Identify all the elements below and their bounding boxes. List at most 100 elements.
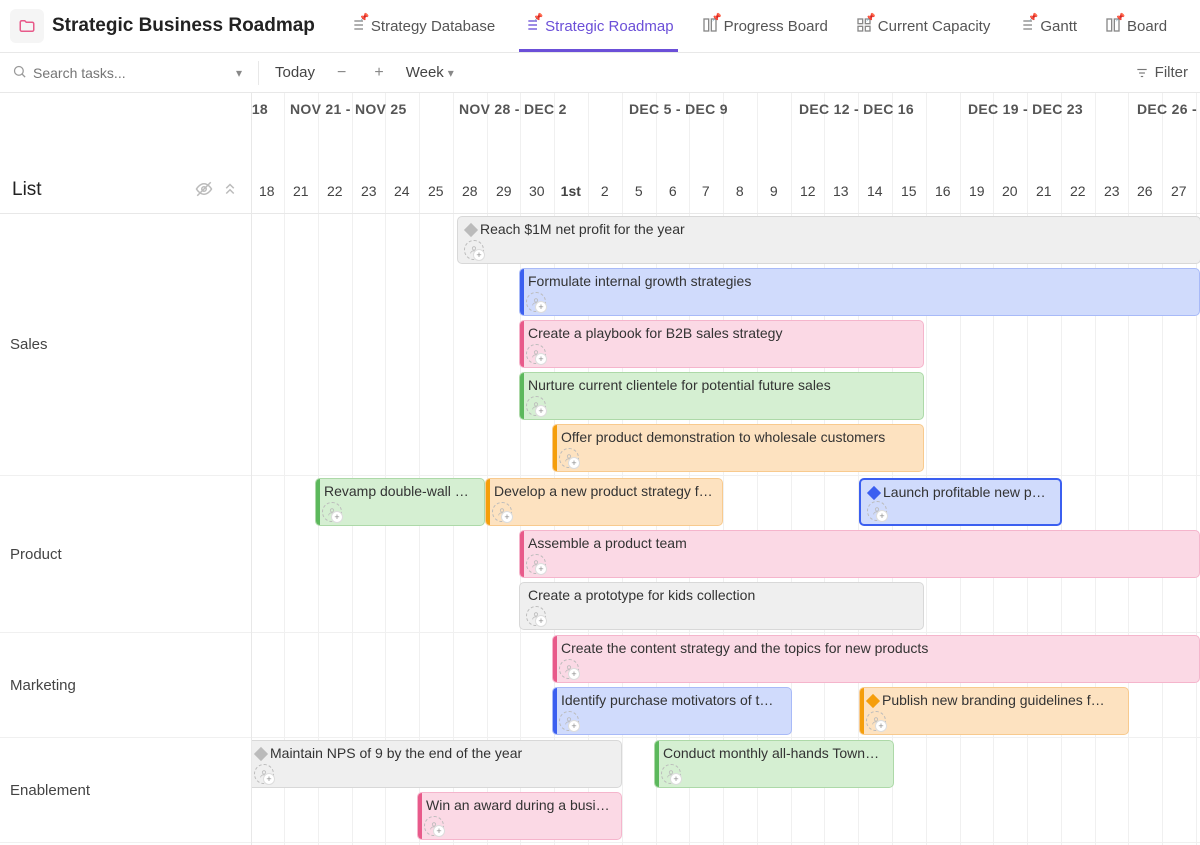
task-bar[interactable]: Create a playbook for B2B sales strategy <box>519 320 924 368</box>
assignee-icon[interactable] <box>526 292 546 312</box>
assignee-icon[interactable] <box>559 659 579 679</box>
week-label: DEC 12 - DEC 16 <box>799 101 914 117</box>
tab-label: Strategic Roadmap <box>545 18 673 35</box>
assignee-icon[interactable] <box>559 711 579 731</box>
day-label: 16 <box>926 183 960 199</box>
day-label: 19 <box>960 183 994 199</box>
assignee-icon[interactable] <box>492 502 512 522</box>
week-selector[interactable]: Week ▾ <box>406 64 454 81</box>
collapse-icon[interactable] <box>221 180 239 201</box>
task-bar[interactable]: Maintain NPS of 9 by the end of the year <box>252 740 622 788</box>
task-label: Formulate internal growth strategies <box>528 273 751 289</box>
task-label: Revamp double-wall gl… <box>324 483 480 499</box>
day-label: 20 <box>993 183 1027 199</box>
plus-button[interactable]: + <box>368 62 389 84</box>
date-header: V 18NOV 21 - NOV 25NOV 28 - DEC 2DEC 5 -… <box>252 93 1200 214</box>
pin-icon: 📌 <box>359 13 369 22</box>
day-label: 18 <box>252 183 284 199</box>
task-bar[interactable]: Conduct monthly all-hands Town… <box>654 740 894 788</box>
list-header: List <box>0 93 251 214</box>
sidebar: List Sales Product Marketing Enablement <box>0 93 252 845</box>
folder-icon[interactable] <box>10 9 44 43</box>
group-sales[interactable]: Sales <box>0 214 251 476</box>
task-bar[interactable]: Publish new branding guidelines f… <box>859 687 1129 735</box>
task-label: Assemble a product team <box>528 535 687 551</box>
assignee-icon[interactable] <box>866 711 886 731</box>
tab-current-capacity[interactable]: 📌Current Capacity <box>842 0 1005 52</box>
assignee-icon[interactable] <box>559 448 579 468</box>
pin-icon: 📌 <box>1028 13 1038 22</box>
filter-icon <box>1135 66 1149 80</box>
day-label: 29 <box>487 183 521 199</box>
search-icon <box>12 64 27 82</box>
task-label: Conduct monthly all-hands Town… <box>663 745 879 761</box>
task-label: Publish new branding guidelines f… <box>882 692 1105 708</box>
group-enablement[interactable]: Enablement <box>0 738 251 843</box>
assignee-icon[interactable] <box>661 764 681 784</box>
tabs: 📌Strategy Database📌Strategic Roadmap📌Pro… <box>335 0 1181 52</box>
tab-board[interactable]: 📌Board <box>1091 0 1181 52</box>
task-bar[interactable]: Offer product demonstration to wholesale… <box>552 424 924 472</box>
assignee-icon[interactable] <box>254 764 274 784</box>
task-bar[interactable]: Win an award during a busi… <box>417 792 622 840</box>
day-label: 21 <box>284 183 318 199</box>
group-product[interactable]: Product <box>0 476 251 633</box>
task-bar[interactable]: Nurture current clientele for potential … <box>519 372 924 420</box>
week-label: DEC 5 - DEC 9 <box>629 101 728 117</box>
task-bar[interactable]: Identify purchase motivators of t… <box>552 687 792 735</box>
task-label: Reach $1M net profit for the year <box>480 221 685 237</box>
task-bar[interactable]: Reach $1M net profit for the year <box>457 216 1200 264</box>
tab-gantt[interactable]: 📌Gantt <box>1004 0 1091 52</box>
tab-label: Strategy Database <box>371 18 495 35</box>
list-title: List <box>12 179 42 201</box>
chevron-down-icon[interactable]: ▾ <box>236 66 242 80</box>
toolbar: ▾ Today − + Week ▾ Filter <box>0 53 1200 93</box>
header: Strategic Business Roadmap 📌Strategy Dat… <box>0 0 1200 53</box>
day-label: 6 <box>656 183 690 199</box>
group-marketing[interactable]: Marketing <box>0 633 251 738</box>
task-label: Create the content strategy and the topi… <box>561 640 928 656</box>
task-bar[interactable]: Formulate internal growth strategies <box>519 268 1200 316</box>
assignee-icon[interactable] <box>526 606 546 626</box>
day-label: 21 <box>1027 183 1061 199</box>
chevron-down-icon: ▾ <box>448 66 454 80</box>
day-label: 8 <box>723 183 757 199</box>
visibility-icon[interactable] <box>195 180 213 201</box>
assignee-icon[interactable] <box>424 816 444 836</box>
day-label: 28 <box>453 183 487 199</box>
list-icon: 📌 <box>523 17 539 36</box>
assignee-icon[interactable] <box>322 502 342 522</box>
assignee-icon[interactable] <box>867 501 887 521</box>
filter-button[interactable]: Filter <box>1135 64 1188 81</box>
task-bar[interactable]: Launch profitable new p… <box>859 478 1062 526</box>
task-bar[interactable]: Revamp double-wall gl… <box>315 478 485 526</box>
day-label: 23 <box>1095 183 1129 199</box>
assignee-icon[interactable] <box>464 240 484 260</box>
week-label: Week <box>406 64 444 81</box>
task-bar[interactable]: Develop a new product strategy f… <box>485 478 723 526</box>
task-bar[interactable]: Assemble a product team <box>519 530 1200 578</box>
day-label: 2 <box>588 183 622 199</box>
tab-label: Gantt <box>1040 18 1077 35</box>
today-button[interactable]: Today <box>275 64 315 81</box>
search-input[interactable] <box>33 65 230 81</box>
timeline[interactable]: V 18NOV 21 - NOV 25NOV 28 - DEC 2DEC 5 -… <box>252 93 1200 845</box>
week-label: DEC 19 - DEC 23 <box>968 101 1083 117</box>
day-label: 24 <box>385 183 419 199</box>
assignee-icon[interactable] <box>526 344 546 364</box>
minus-button[interactable]: − <box>331 62 352 84</box>
day-label: 15 <box>892 183 926 199</box>
pin-icon: 📌 <box>1115 13 1125 22</box>
tab-label: Board <box>1127 18 1167 35</box>
grid-icon: 📌 <box>856 17 872 36</box>
task-bar[interactable]: Create a prototype for kids collection <box>519 582 924 630</box>
day-label: 27 <box>1162 183 1196 199</box>
tab-strategic-roadmap[interactable]: 📌 Strategic Roadmap <box>509 0 687 52</box>
tasks-area: Reach $1M net profit for the year Formula… <box>252 214 1200 843</box>
assignee-icon[interactable] <box>526 396 546 416</box>
tab-strategy-database[interactable]: 📌Strategy Database <box>335 0 509 52</box>
tab-progress-board[interactable]: 📌Progress Board <box>688 0 842 52</box>
assignee-icon[interactable] <box>526 554 546 574</box>
search-box[interactable]: ▾ <box>12 64 242 82</box>
task-bar[interactable]: Create the content strategy and the topi… <box>552 635 1200 683</box>
